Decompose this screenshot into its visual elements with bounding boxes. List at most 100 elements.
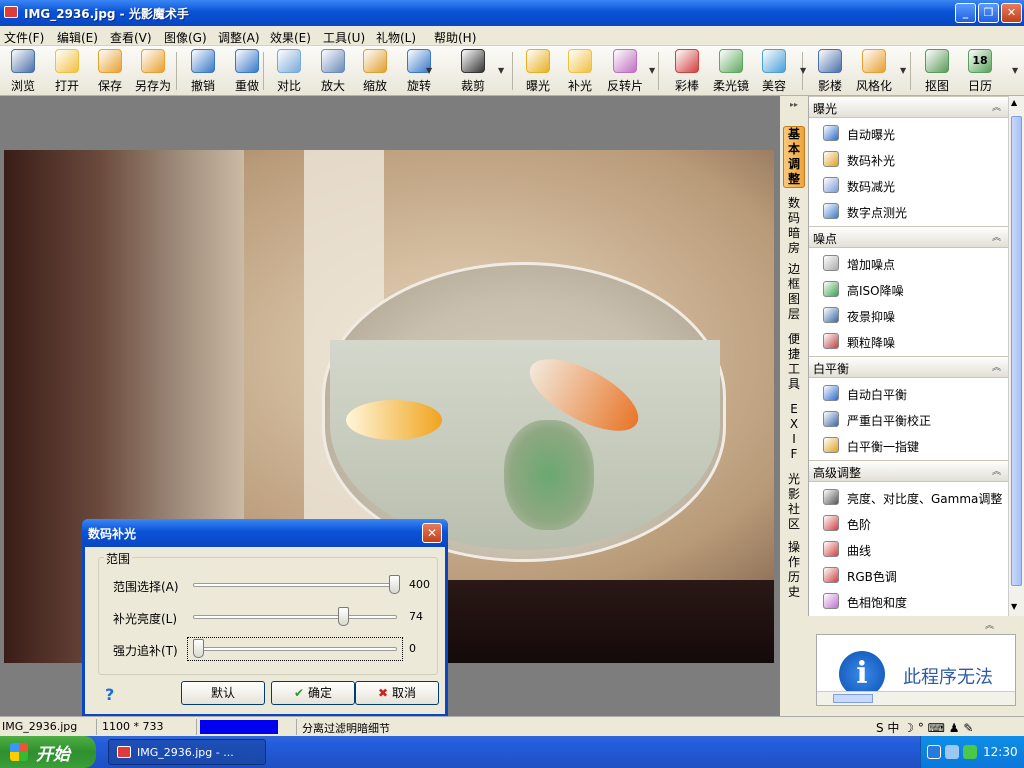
- ime-toolbar[interactable]: S 中 ☽ ° ⌨ ♟ ✎: [876, 719, 973, 735]
- scroll-up-icon[interactable]: ▲: [1011, 98, 1017, 107]
- panel-item[interactable]: 自动曝光: [809, 120, 1008, 146]
- adjust-panel: 曝光 ︽ 自动曝光 数码补光 数码减光 数字点测光 噪点 ︽ 增加噪点 高ISO降噪 夜景抑噪 颗粒降…: [808, 96, 1008, 616]
- collapse-icon[interactable]: ︽: [992, 100, 1001, 113]
- menu-bar: 文件(F) 编辑(E) 查看(V) 图像(G) 调整(A) 效果(E) 工具(U) 礼物(L)…: [0, 26, 1024, 46]
- side-tab[interactable]: 操作历史: [783, 540, 805, 600]
- panel-item[interactable]: 数字点测光: [809, 198, 1008, 224]
- side-tab[interactable]: 数码暗房: [783, 196, 805, 256]
- toolbar-button[interactable]: 裁剪: [451, 49, 495, 95]
- toolbar-button[interactable]: 旋转: [397, 49, 441, 95]
- calendar-icon: 18: [968, 49, 992, 73]
- panel-item[interactable]: 色相饱和度: [809, 588, 1008, 614]
- panel-item[interactable]: 增加噪点: [809, 250, 1008, 276]
- panel-item[interactable]: 夜景抑噪: [809, 302, 1008, 328]
- panel-item[interactable]: 数码补光: [809, 146, 1008, 172]
- slider-thumb[interactable]: [338, 607, 349, 626]
- toolbar-button[interactable]: 18 日历: [958, 49, 1002, 95]
- dropdown-arrow-icon[interactable]: ▼: [800, 66, 806, 75]
- taskbar-item[interactable]: IMG_2936.jpg - ...: [108, 739, 266, 765]
- side-tab[interactable]: EXIF: [783, 402, 805, 462]
- cancel-button[interactable]: ✖ 取消: [355, 681, 439, 705]
- toolbar-button[interactable]: 对比: [267, 49, 311, 95]
- side-tab[interactable]: 光影社区: [783, 472, 805, 532]
- slider-thumb[interactable]: [389, 575, 400, 594]
- panel-item[interactable]: RGB色调: [809, 562, 1008, 588]
- toolbar-button[interactable]: 另存为: [131, 49, 175, 95]
- panel-item[interactable]: 高ISO降噪: [809, 276, 1008, 302]
- section-header[interactable]: 噪点 ︽: [809, 226, 1008, 248]
- toolbar-button[interactable]: 彩棒: [665, 49, 709, 95]
- toolbar-button[interactable]: 美容: [752, 49, 796, 95]
- menu-item[interactable]: 礼物(L): [376, 29, 416, 46]
- scroll-down-icon[interactable]: ▼: [1011, 602, 1017, 611]
- section-header[interactable]: 高级调整 ︽: [809, 460, 1008, 482]
- tool-icon: [823, 203, 839, 219]
- dropdown-arrow-icon[interactable]: ▼: [1012, 66, 1018, 75]
- info-h-scrollbar[interactable]: [817, 691, 1015, 705]
- collapse-icon[interactable]: ︽: [992, 230, 1001, 243]
- network-icon[interactable]: [945, 745, 959, 759]
- side-tab[interactable]: 边框图层: [783, 262, 805, 322]
- toolbar-button[interactable]: 柔光镜: [709, 49, 753, 95]
- slider-track[interactable]: [193, 583, 397, 587]
- tray-arrow-icon[interactable]: [927, 745, 941, 759]
- collapse-icon[interactable]: ︽: [992, 464, 1001, 477]
- help-icon[interactable]: ?: [105, 685, 114, 704]
- ok-button[interactable]: ✔ 确定: [271, 681, 355, 705]
- dropdown-arrow-icon[interactable]: ▼: [900, 66, 906, 75]
- toolbar-button[interactable]: 保存: [88, 49, 132, 95]
- menu-item[interactable]: 帮助(H): [434, 29, 476, 46]
- toolbar-button[interactable]: 打开: [45, 49, 89, 95]
- taskbar: 开始 IMG_2936.jpg - ... 12:30: [0, 736, 1024, 768]
- panel-item[interactable]: 自动白平衡: [809, 380, 1008, 406]
- dialog-title-bar[interactable]: 数码补光 ✕: [82, 519, 448, 547]
- toolbar-button[interactable]: 缩放: [353, 49, 397, 95]
- side-tab[interactable]: 基本调整: [783, 126, 805, 188]
- exposure-icon: [526, 49, 550, 73]
- slider-track[interactable]: [193, 615, 397, 619]
- section-header[interactable]: 白平衡 ︽: [809, 356, 1008, 378]
- panel-scrollbar[interactable]: ▲ ▼: [1008, 96, 1024, 616]
- panel-item[interactable]: 严重白平衡校正: [809, 406, 1008, 432]
- dropdown-arrow-icon[interactable]: ▼: [649, 66, 655, 75]
- menu-item[interactable]: 文件(F): [4, 29, 44, 46]
- collapse-icon[interactable]: ︽: [985, 618, 994, 631]
- menu-item[interactable]: 图像(G): [164, 29, 207, 46]
- toolbar-button[interactable]: 影楼: [808, 49, 852, 95]
- toolbar-button[interactable]: 抠图: [915, 49, 959, 95]
- collapse-icon[interactable]: ︽: [992, 360, 1001, 373]
- toolbar-button[interactable]: 浏览: [1, 49, 45, 95]
- panel-item[interactable]: 数码减光: [809, 172, 1008, 198]
- info-text: 此程序无法: [903, 667, 993, 688]
- toolbar-button[interactable]: 曝光: [516, 49, 560, 95]
- panel-item[interactable]: 颗粒降噪: [809, 328, 1008, 354]
- menu-item[interactable]: 效果(E): [270, 29, 311, 46]
- toolbar-button[interactable]: 风格化: [852, 49, 896, 95]
- fill-light-dialog: 数码补光 ✕ 范围 范围选择(A) 400 补光亮度(L) 74 强力追补(T) 0 ? …: [82, 519, 448, 717]
- toolbar-button[interactable]: 放大: [311, 49, 355, 95]
- menu-item[interactable]: 工具(U): [323, 29, 365, 46]
- default-button[interactable]: 默认: [181, 681, 265, 705]
- close-button[interactable]: ✕: [1001, 3, 1022, 23]
- menu-item[interactable]: 查看(V): [110, 29, 152, 46]
- panel-item[interactable]: 色阶: [809, 510, 1008, 536]
- panel-item[interactable]: 曲线: [809, 536, 1008, 562]
- dropdown-arrow-icon[interactable]: ▼: [426, 66, 432, 75]
- side-tab[interactable]: 便捷工具: [783, 332, 805, 392]
- panel-item[interactable]: 亮度、对比度、Gamma调整: [809, 484, 1008, 510]
- toolbar-button[interactable]: 撤销: [181, 49, 225, 95]
- menu-item[interactable]: 编辑(E): [57, 29, 98, 46]
- toolbar-button[interactable]: 反转片: [603, 49, 647, 95]
- toolbar-button[interactable]: 补光: [558, 49, 602, 95]
- section-header[interactable]: 曝光 ︽: [809, 96, 1008, 118]
- minimize-button[interactable]: _: [955, 3, 976, 23]
- panel-collapse-handle[interactable]: ▸▸: [780, 100, 808, 116]
- restore-button[interactable]: ❐: [978, 3, 999, 23]
- dialog-close-button[interactable]: ✕: [422, 523, 442, 543]
- signal-icon[interactable]: [963, 745, 977, 759]
- panel-item[interactable]: 白平衡一指键: [809, 432, 1008, 458]
- menu-item[interactable]: 调整(A): [218, 29, 260, 46]
- start-button[interactable]: 开始: [0, 736, 96, 768]
- dropdown-arrow-icon[interactable]: ▼: [498, 66, 504, 75]
- scroll-thumb[interactable]: [1011, 116, 1022, 586]
